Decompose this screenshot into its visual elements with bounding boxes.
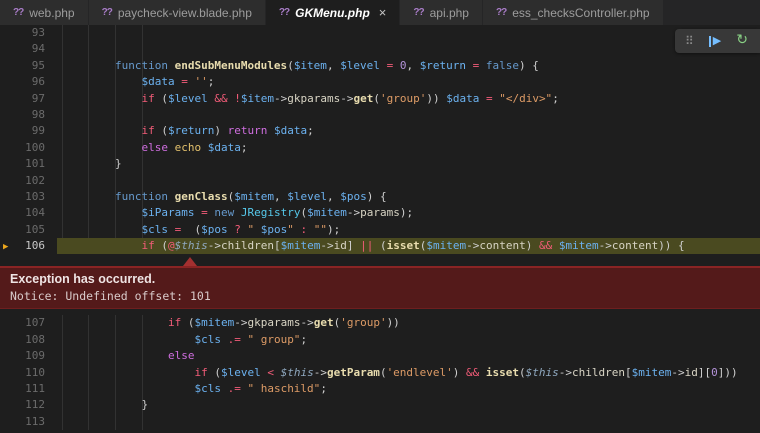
tab-paycheck-view-blade-php[interactable]: ?? paycheck-view.blade.php [88, 0, 266, 25]
code-line-111[interactable]: 111 $cls .= " haschild"; [0, 381, 760, 397]
exception-pointer-icon [183, 257, 197, 267]
code-line-112[interactable]: 112 } [0, 397, 760, 413]
current-frame-arrow-icon: ▶ [3, 242, 9, 253]
exception-message: Notice: Undefined offset: 101 [10, 289, 211, 304]
editor[interactable]: 93 94 95 function endSubMenuModules($item,… [0, 25, 760, 433]
code-section-top: 93 94 95 function endSubMenuModules($item,… [0, 25, 760, 255]
tab-gkmenu-php[interactable]: ?? GKMenu.php × [265, 0, 401, 25]
code-line-101[interactable]: 101 } [0, 156, 760, 172]
code-text: if ($level < $this->getParam('endlevel')… [194, 365, 738, 379]
code-line-104[interactable]: 104 $iParams = new JRegistry($mitem->par… [0, 205, 760, 221]
code-line-97[interactable]: 97 if ($level && !$item->gkparams->get('… [0, 91, 760, 107]
code-section-bottom: 107 if ($mitem->gkparams->get('group')) 1… [0, 315, 760, 431]
tab-bar: ?? web.php?? paycheck-view.blade.php?? GKMe… [0, 0, 760, 25]
line-number[interactable]: 104 [0, 205, 45, 221]
code-line-109[interactable]: 109 else [0, 348, 760, 364]
code-line-96[interactable]: 96 $data = ''; [0, 74, 760, 90]
line-number[interactable]: 113 [0, 414, 45, 430]
tab-web-php[interactable]: ?? web.php [0, 0, 89, 25]
code-text: else [167, 349, 195, 363]
line-number[interactable]: 103 [0, 189, 45, 205]
code-line-95[interactable]: 95 function endSubMenuModules($item, $le… [0, 58, 760, 74]
tab-label: ess_checksController.php [512, 5, 650, 20]
line-number[interactable]: 100 [0, 140, 45, 156]
code-text: $cls .= " group"; [194, 332, 308, 346]
code-text: $data = ''; [141, 75, 215, 89]
line-number[interactable]: 94 [0, 41, 45, 57]
php-file-icon: ?? [101, 7, 113, 18]
close-icon[interactable]: × [379, 6, 387, 19]
tab-label: api.php [429, 5, 469, 20]
code-text: if ($return) return $data; [141, 124, 314, 138]
line-number[interactable]: 101 [0, 156, 45, 172]
line-number[interactable]: 97 [0, 91, 45, 107]
debug-toolbar: ⠿ ▶ ↻ [675, 29, 760, 53]
code-text: function endSubMenuModules($item, $level… [114, 58, 539, 72]
line-number[interactable]: 111 [0, 381, 45, 397]
debug-restart-button[interactable]: ↻ [736, 34, 748, 48]
code-line-108[interactable]: 108 $cls .= " group"; [0, 332, 760, 348]
code-text: } [62, 398, 149, 412]
line-number[interactable]: 93 [0, 25, 45, 41]
exception-title: Exception has occurred. [10, 272, 156, 287]
line-number[interactable]: 99 [0, 123, 45, 139]
line-number[interactable]: 96 [0, 74, 45, 90]
tab-label: GKMenu.php [295, 5, 370, 20]
code-text: $cls .= " haschild"; [194, 382, 327, 396]
line-number[interactable]: 95 [0, 58, 45, 74]
code-line-93[interactable]: 93 [0, 25, 760, 41]
exception-bar: Exception has occurred. Notice: Undefine… [0, 266, 760, 310]
code-line-105[interactable]: 105 $cls = ($pos ? " $pos" : ""); [0, 222, 760, 238]
line-number[interactable]: 109 [0, 348, 45, 364]
php-file-icon: ?? [413, 7, 424, 18]
exception-widget: Exception has occurred. Notice: Undefine… [0, 254, 760, 315]
code-line-102[interactable]: 102 [0, 173, 760, 189]
tab-label: paycheck-view.blade.php [117, 5, 252, 20]
drag-grip-icon[interactable]: ⠿ [685, 34, 694, 49]
line-number[interactable]: 102 [0, 173, 45, 189]
line-number[interactable]: 108 [0, 332, 45, 348]
code-line-113[interactable]: 113 [0, 414, 760, 430]
code-text: } [62, 157, 122, 171]
php-file-icon: ?? [13, 7, 24, 18]
code-line-107[interactable]: 107 if ($mitem->gkparams->get('group')) [0, 315, 760, 331]
code-text: else echo $data; [141, 140, 248, 154]
line-number[interactable]: 110 [0, 365, 45, 381]
line-number[interactable]: 107 [0, 315, 45, 331]
line-number[interactable]: 105 [0, 222, 45, 238]
code-text: $cls = ($pos ? " $pos" : ""); [141, 222, 341, 236]
tab-api-php[interactable]: ?? api.php [400, 0, 483, 25]
code-line-103[interactable]: 103 function genClass($mitem, $level, $p… [0, 189, 760, 205]
code-text: $iParams = new JRegistry($mitem->params)… [141, 206, 414, 220]
tab-ess-checkscontroller-php[interactable]: ?? ess_checksController.php [482, 0, 664, 25]
code-line-94[interactable]: 94 [0, 41, 760, 57]
code-line-110[interactable]: 110 if ($level < $this->getParam('endlev… [0, 365, 760, 381]
line-number[interactable]: 112 [0, 397, 45, 413]
php-file-icon: ?? [278, 7, 290, 18]
code-line-98[interactable]: 98 [0, 107, 760, 123]
line-number[interactable]: 98 [0, 107, 45, 123]
code-line-100[interactable]: 100 else echo $data; [0, 140, 760, 156]
code-text: if (@$this->children[$mitem->id] || (iss… [141, 239, 685, 253]
tab-label: web.php [29, 5, 75, 20]
php-file-icon: ?? [495, 7, 507, 18]
code-line-99[interactable]: 99 if ($return) return $data; [0, 123, 760, 139]
code-text: function genClass($mitem, $level, $pos) … [114, 189, 387, 203]
code-line-106[interactable]: ▶ 106 if (@$this->children[$mitem->id] ||… [0, 238, 760, 255]
code-text: if ($mitem->gkparams->get('group')) [167, 316, 400, 330]
code-text: if ($level && !$item->gkparams->get('gro… [141, 91, 559, 105]
debug-continue-button[interactable]: ▶ [708, 35, 721, 47]
